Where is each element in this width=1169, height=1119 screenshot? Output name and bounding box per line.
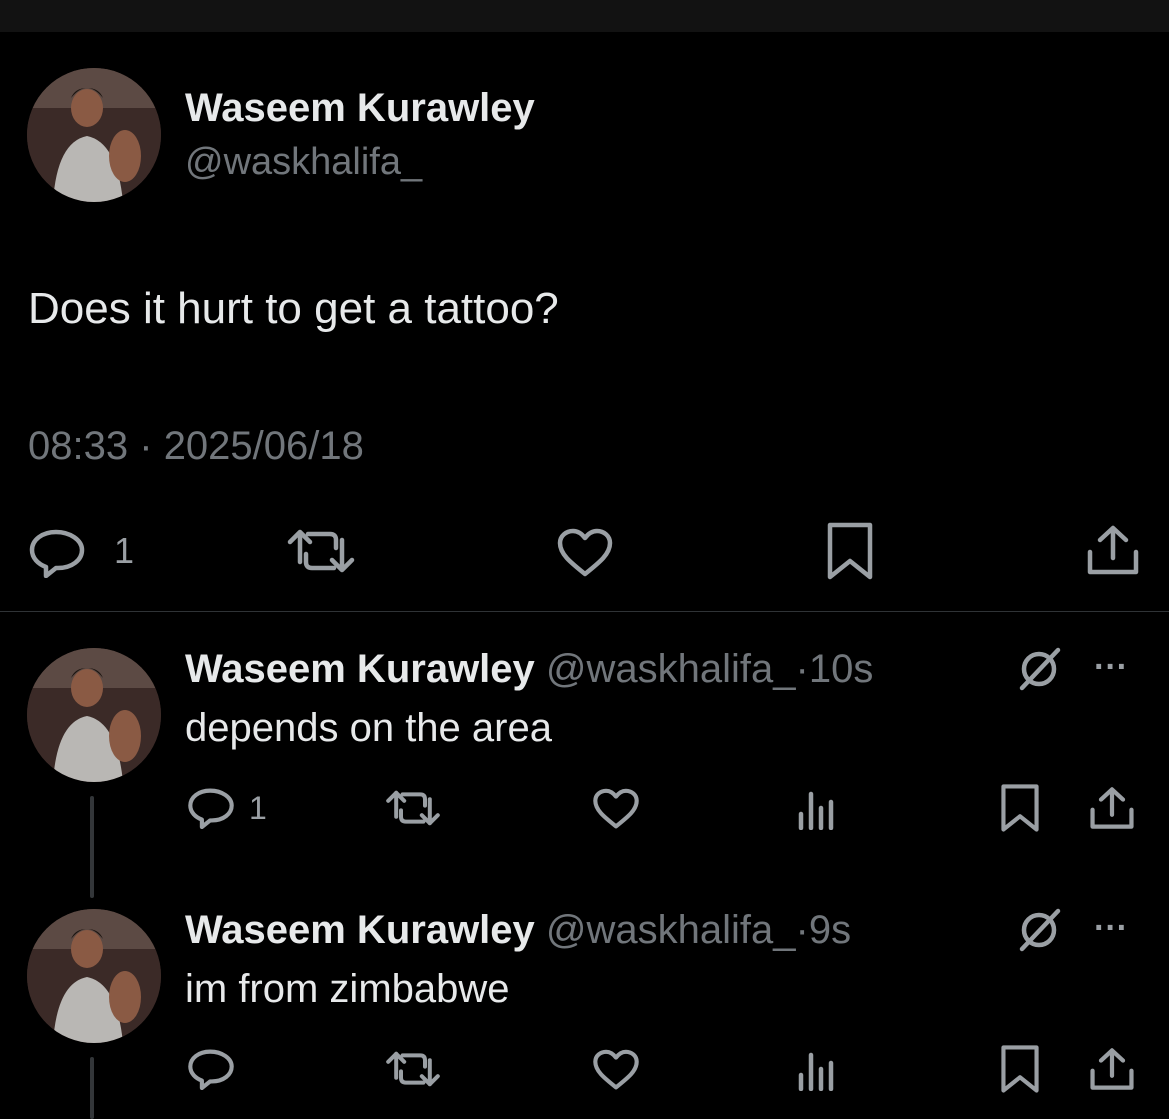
avatar-photo <box>27 909 161 1043</box>
reply-icon[interactable] <box>28 528 86 578</box>
bookmark-icon[interactable] <box>1000 1045 1040 1093</box>
like-icon[interactable] <box>592 1049 640 1091</box>
avatar[interactable] <box>27 648 161 782</box>
tweet-timestamp[interactable]: 08:33 · 2025/06/18 <box>28 424 364 469</box>
thread-line <box>90 796 94 898</box>
avatar[interactable] <box>27 909 161 1043</box>
bookmark-icon[interactable] <box>1000 784 1040 832</box>
avatar-photo <box>27 648 161 782</box>
reply-icon[interactable] <box>187 787 235 829</box>
reply-text: depends on the area <box>185 706 552 750</box>
share-icon[interactable] <box>1089 786 1135 830</box>
tweet-date: 2025/06/18 <box>163 424 364 468</box>
author-handle[interactable]: @waskhalifa_ <box>546 647 796 691</box>
views-icon[interactable] <box>797 1051 837 1091</box>
reply-header: Waseem Kurawley @waskhalifa_·10s <box>185 647 873 692</box>
share-icon[interactable] <box>1089 1047 1135 1091</box>
author-name[interactable]: Waseem Kurawley <box>185 908 535 952</box>
header-separator: · <box>795 908 809 952</box>
retweet-icon[interactable] <box>286 528 356 574</box>
timestamp-separator: · <box>139 424 153 468</box>
more-options-button[interactable]: ··· <box>1094 909 1128 948</box>
author-handle[interactable]: @waskhalifa_ <box>185 141 422 184</box>
reply-age[interactable]: 10s <box>809 647 874 691</box>
retweet-icon[interactable] <box>385 1050 441 1088</box>
grok-icon[interactable] <box>1016 646 1062 692</box>
share-icon[interactable] <box>1086 524 1140 576</box>
bookmark-icon[interactable] <box>826 522 874 580</box>
reply-count: 1 <box>114 530 135 571</box>
more-options-button[interactable]: ··· <box>1094 648 1128 687</box>
divider <box>0 611 1169 612</box>
thread-line <box>90 1057 94 1119</box>
grok-icon[interactable] <box>1016 907 1062 953</box>
tweet-time: 08:33 <box>28 424 129 468</box>
views-icon[interactable] <box>797 790 837 830</box>
reply-count: 1 <box>249 790 267 826</box>
like-icon[interactable] <box>592 788 640 830</box>
author-name[interactable]: Waseem Kurawley <box>185 86 535 131</box>
status-bar <box>0 0 1169 32</box>
reply-icon[interactable] <box>187 1048 235 1090</box>
like-icon[interactable] <box>556 528 614 578</box>
reply-text: im from zimbabwe <box>185 967 510 1011</box>
avatar[interactable] <box>27 68 161 202</box>
author-name[interactable]: Waseem Kurawley <box>185 647 535 691</box>
header-separator: · <box>795 647 809 691</box>
retweet-icon[interactable] <box>385 789 441 827</box>
reply-age[interactable]: 9s <box>809 908 851 952</box>
tweet-text: Does it hurt to get a tattoo? <box>28 284 559 333</box>
avatar-photo <box>27 68 161 202</box>
reply-header: Waseem Kurawley @waskhalifa_·9s <box>185 908 851 953</box>
author-handle[interactable]: @waskhalifa_ <box>546 908 796 952</box>
